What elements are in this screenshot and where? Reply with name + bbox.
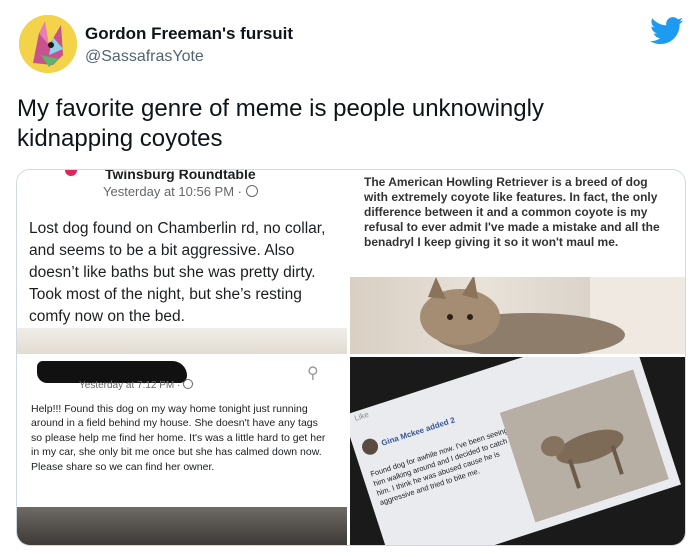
twitter-bird-icon[interactable] <box>650 17 684 45</box>
like-label: Like <box>353 409 370 423</box>
post-time: Yesterday at 7:12 PM · <box>79 379 194 391</box>
car-photo <box>17 507 347 545</box>
media-grid[interactable]: Twinsburg Roundtable Yesterday at 10:56 … <box>16 169 686 546</box>
display-name[interactable]: Gordon Freeman's fursuit <box>85 24 293 44</box>
coyote-photo <box>350 275 685 354</box>
avatar <box>359 436 381 457</box>
coyote-photo <box>499 369 669 523</box>
media-image-1[interactable]: Twinsburg Roundtable Yesterday at 10:56 … <box>17 170 347 354</box>
globe-icon <box>245 185 258 197</box>
phone-screenshot: Like Gina Mckee added 2 Found dog for aw… <box>350 357 681 545</box>
reaction-icon <box>65 170 77 176</box>
post-time-text: Yesterday at 10:56 PM · <box>103 184 242 199</box>
post-text: Help!!! Found this dog on my way home to… <box>31 403 326 473</box>
photo-strip <box>17 328 347 354</box>
tweet-text: My favorite genre of meme is people unkn… <box>17 95 544 152</box>
meme-caption: The American Howling Retriever is a bree… <box>364 175 660 249</box>
handle[interactable]: @SassafrasYote <box>85 48 204 66</box>
globe-icon <box>183 379 194 389</box>
media-image-3[interactable]: Yesterday at 7:12 PM · ⚲ Help!!! Found t… <box>17 357 347 545</box>
avatar[interactable] <box>19 15 77 73</box>
add-friend-icon[interactable]: ⚲ <box>307 363 319 383</box>
poster-name: Gina Mckee added 2 <box>380 415 457 448</box>
media-image-4[interactable]: Like Gina Mckee added 2 Found dog for aw… <box>350 357 685 545</box>
media-image-2[interactable]: The American Howling Retriever is a bree… <box>350 170 685 354</box>
post-time: Yesterday at 10:56 PM · <box>103 184 258 199</box>
post-time-text: Yesterday at 7:12 PM · <box>79 380 181 391</box>
post-text: Lost dog found on Chamberlin rd, no coll… <box>29 220 326 325</box>
fb-group-name: Twinsburg Roundtable <box>105 170 256 182</box>
